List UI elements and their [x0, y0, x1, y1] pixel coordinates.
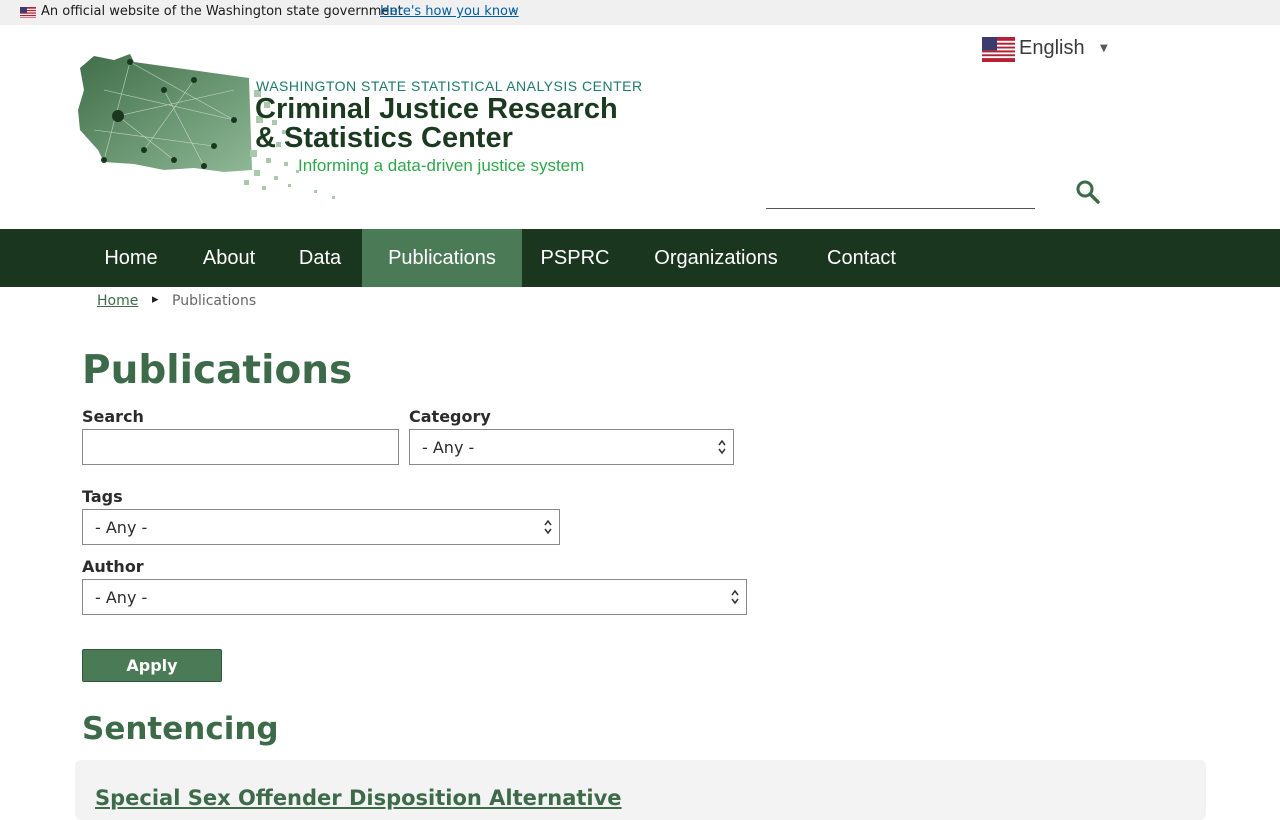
tags-label: Tags [82, 487, 123, 506]
breadcrumb-home-link[interactable]: Home [97, 293, 138, 309]
select-arrows-icon [718, 439, 726, 455]
select-arrows-icon [544, 519, 552, 535]
section-heading-sentencing: Sentencing [82, 711, 279, 747]
us-flag-icon [20, 7, 36, 18]
nav-item-data[interactable]: Data [278, 229, 362, 287]
tags-select[interactable]: - Any - [82, 509, 560, 545]
author-select[interactable]: - Any - [82, 579, 747, 615]
breadcrumb-current: Publications [172, 293, 257, 309]
main-nav: Home About Data Publications PSPRC Organ… [0, 229, 1280, 287]
nav-item-psprc[interactable]: PSPRC [522, 229, 628, 287]
search-input[interactable] [82, 429, 399, 465]
site-title-line1: Criminal Justice Research [255, 93, 618, 125]
logo-kicker: WASHINGTON STATE STATISTICAL ANALYSIS CE… [256, 78, 643, 94]
select-arrows-icon [731, 589, 739, 605]
heres-how-you-know-link[interactable]: Here's how you know [380, 4, 519, 19]
nav-item-contact[interactable]: Contact [804, 229, 919, 287]
nav-item-publications[interactable]: Publications [362, 229, 522, 287]
nav-item-about[interactable]: About [180, 229, 278, 287]
apply-button[interactable]: Apply [82, 649, 222, 682]
chevron-right-icon: ▸ [152, 292, 159, 307]
site-title-line2: & Statistics Center [255, 122, 513, 154]
publication-card: Special Sex Offender Disposition Alterna… [75, 760, 1206, 820]
site-search-input[interactable] [766, 178, 1035, 209]
gov-banner-text: An official website of the Washington st… [41, 4, 403, 19]
site-tagline: Informing a data-driven justice system [298, 156, 585, 175]
category-select[interactable]: - Any - [409, 429, 734, 465]
search-icon[interactable] [1075, 179, 1101, 205]
page-title: Publications [82, 348, 353, 393]
chevron-down-icon[interactable]: ⌄ [510, 5, 518, 15]
site-title[interactable]: Criminal Justice Research & Statistics C… [255, 95, 635, 153]
language-label: English [1019, 37, 1085, 59]
caret-down-icon: ▼ [1100, 43, 1108, 54]
category-label: Category [409, 407, 491, 426]
nav-item-home[interactable]: Home [82, 229, 180, 287]
author-select-value: - Any - [95, 588, 148, 607]
author-label: Author [82, 557, 144, 576]
publication-title-link[interactable]: Special Sex Offender Disposition Alterna… [95, 786, 622, 810]
tags-select-value: - Any - [95, 518, 148, 537]
category-select-value: - Any - [422, 438, 475, 457]
search-label: Search [82, 407, 144, 426]
nav-item-organizations[interactable]: Organizations [628, 229, 804, 287]
gov-banner: An official website of the Washington st… [0, 0, 1280, 25]
us-flag-icon [982, 37, 1015, 62]
